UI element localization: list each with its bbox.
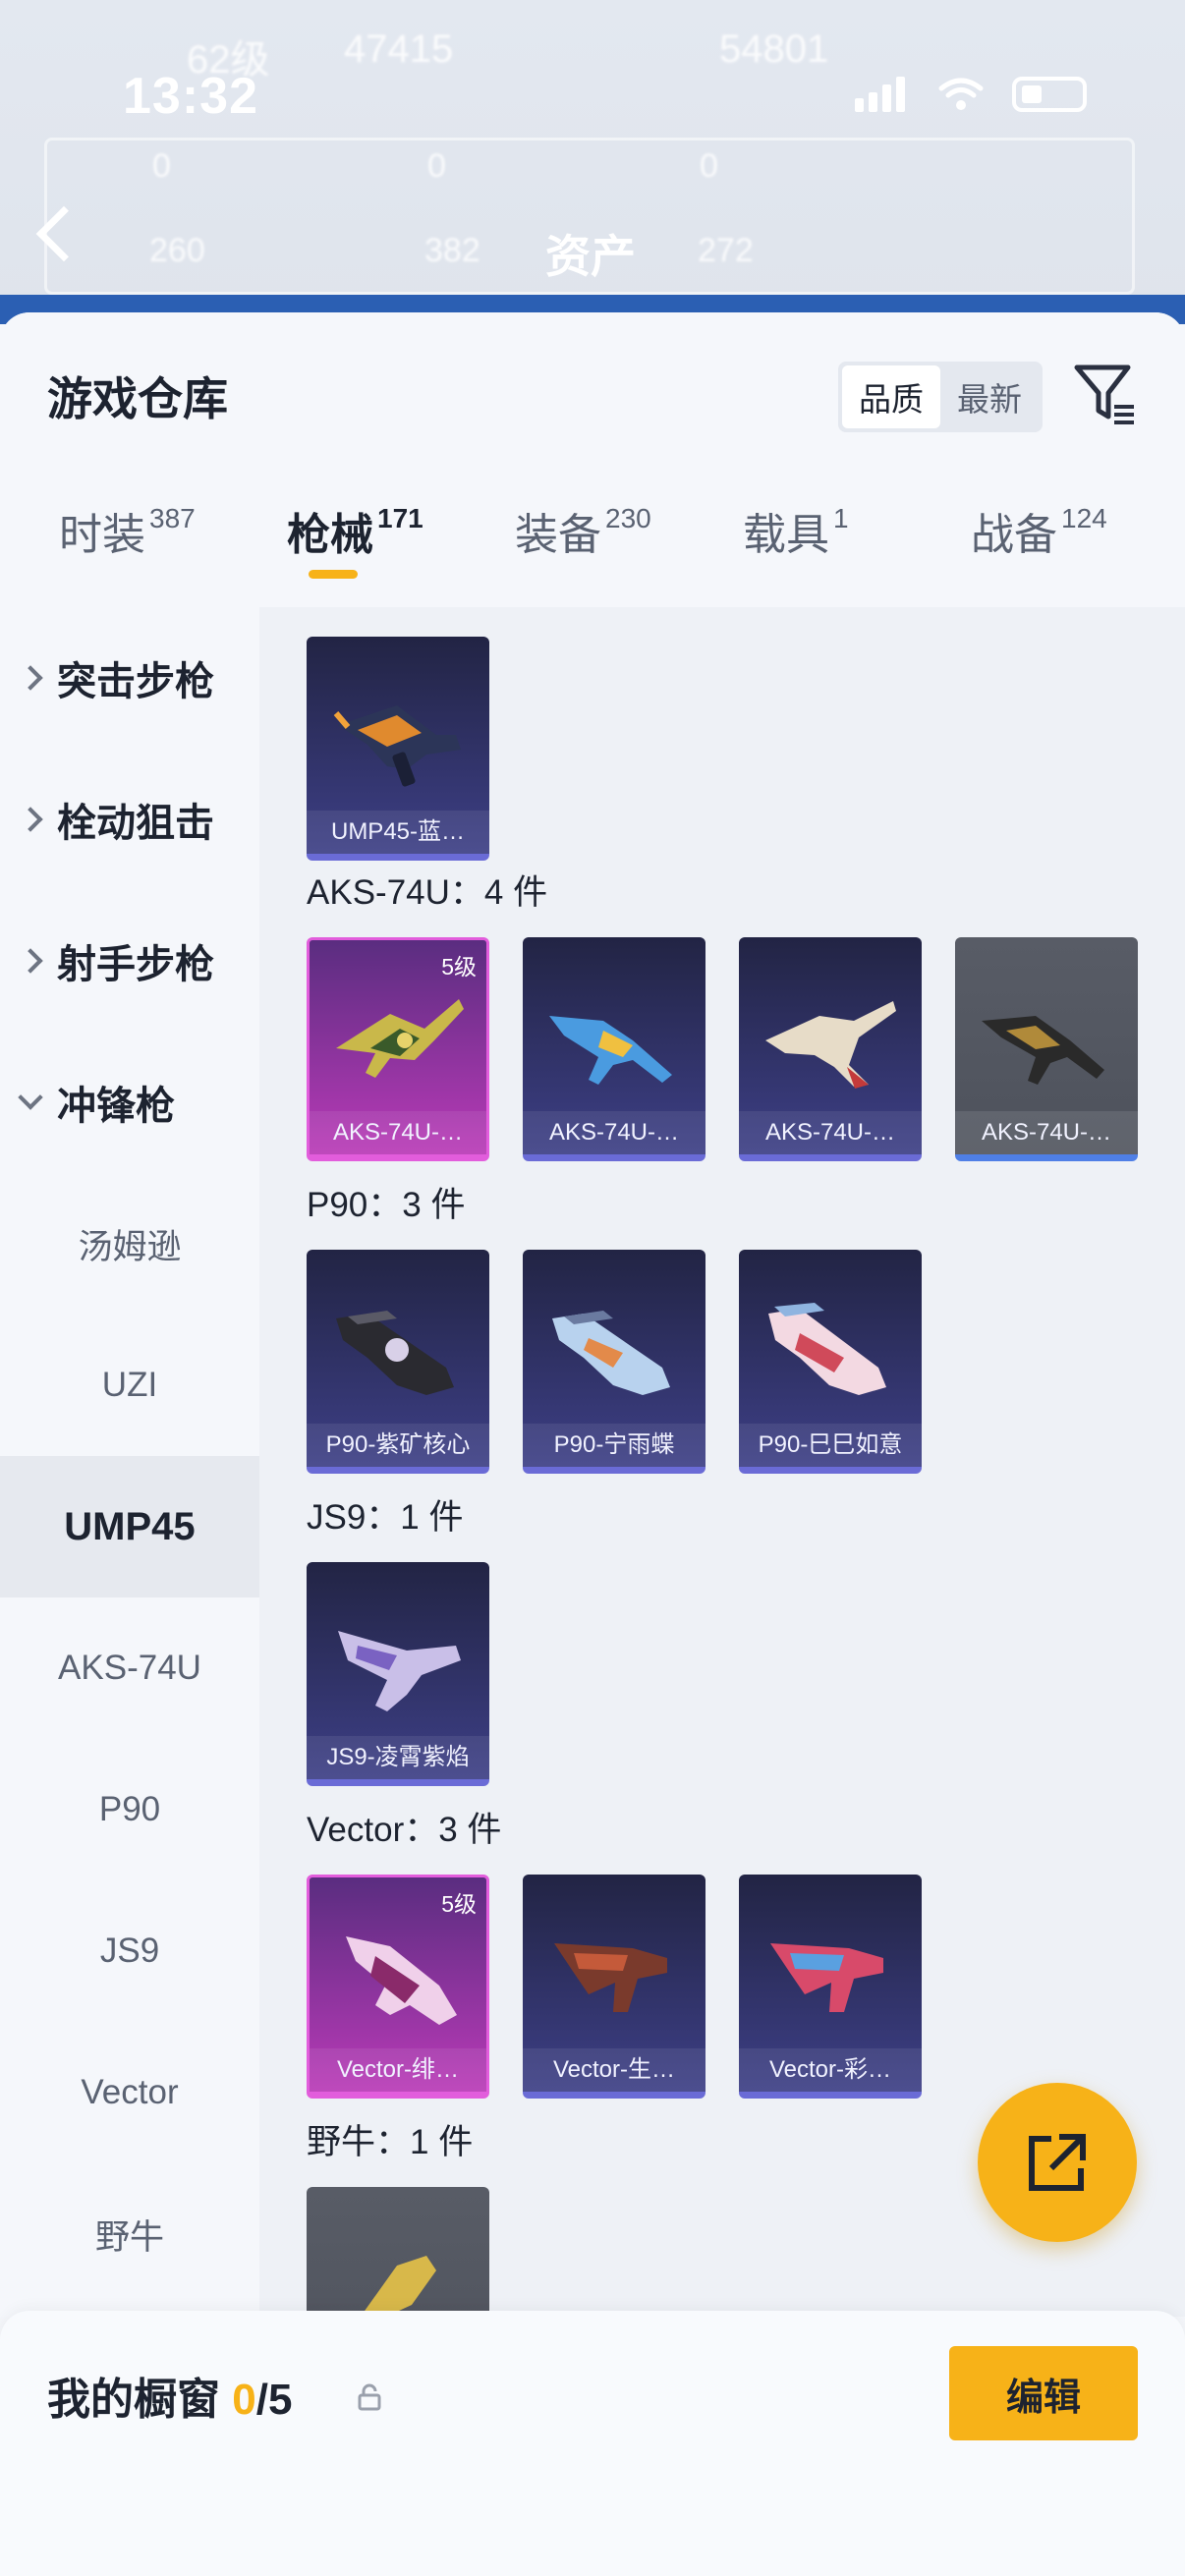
weapon-grid: UMP45-蓝… AKS-74U：4 件 5级 AKS-74U-… AKS-74…	[259, 607, 1185, 2317]
tab-supplies[interactable]: 战备 124	[971, 499, 1107, 562]
bg-page-title: 资产	[545, 231, 636, 282]
weapon-card[interactable]: P90-宁雨蝶	[523, 1250, 705, 1474]
weapon-card[interactable]: Vector-生…	[523, 1875, 705, 2099]
sidebar-item-thompson[interactable]: 汤姆逊	[0, 1173, 259, 1315]
signal-icon	[855, 77, 910, 112]
sidebar-item-uzi[interactable]: UZI	[0, 1315, 259, 1456]
edit-button[interactable]: 编辑	[949, 2346, 1138, 2440]
weapon-card[interactable]: Vector-彩…	[739, 1875, 922, 2099]
sort-latest[interactable]: 最新	[940, 365, 1039, 428]
sidebar-category-smgs[interactable]: 冲锋枪	[0, 1032, 259, 1173]
weapon-card-name: Vector-彩…	[739, 2048, 922, 2092]
lock-icon	[358, 2383, 381, 2411]
group-title-bison: 野牛：1 件	[307, 2123, 474, 2161]
sidebar-category-marksman-rifles[interactable]: 射手步枪	[0, 890, 259, 1032]
showcase-count: 0	[232, 2376, 256, 2424]
weapon-card-name: Vector-绯…	[310, 2048, 486, 2092]
sidebar-item-ump45[interactable]: UMP45	[0, 1456, 259, 1597]
showcase-label: 我的橱窗 0/5	[47, 2376, 293, 2424]
bg-stat: 272	[698, 232, 754, 269]
background-page: 62级 47415 54801 0 0 0 260 382 272 资产 13:…	[0, 0, 1185, 324]
weapon-ump45-image	[333, 705, 461, 787]
weapon-aks74u-image	[336, 999, 464, 1078]
battery-icon	[1012, 77, 1087, 112]
weapon-card-name: P90-紫矿核心	[307, 1424, 489, 1467]
weapon-p90-image	[768, 1303, 886, 1395]
sidebar-item-bison[interactable]: 野牛	[0, 2163, 259, 2305]
weapon-bison-image	[360, 2256, 436, 2317]
showcase-bar: 我的橱窗 0/5 编辑	[0, 2311, 1185, 2576]
weapon-card-name: AKS-74U-…	[739, 1111, 922, 1154]
weapon-p90-image	[552, 1311, 670, 1395]
weapon-js9-image	[338, 1631, 461, 1711]
weapon-aks74u-image	[982, 1016, 1104, 1085]
weapon-card-name: AKS-74U-…	[523, 1111, 705, 1154]
showcase-total: /5	[255, 2376, 293, 2424]
tab-fashion[interactable]: 时装 387	[59, 499, 196, 562]
sidebar-item-js9[interactable]: JS9	[0, 1880, 259, 2022]
weapon-card-name: P90-巳巳如意	[739, 1424, 922, 1467]
bg-score-2: 54801	[719, 28, 829, 71]
weapon-level-badge: 5级	[441, 1891, 477, 1917]
chevron-down-icon	[18, 1085, 43, 1110]
weapon-card[interactable]: 5级 AKS-74U-…	[307, 937, 489, 1161]
bg-stat: 0	[152, 147, 171, 185]
weapon-vector-image	[770, 1943, 883, 2012]
sidebar-item-vector[interactable]: Vector	[0, 2022, 259, 2163]
status-icons	[855, 77, 1087, 112]
weapon-card[interactable]: JS9-凌霄紫焰	[307, 1562, 489, 1786]
tab-equipment[interactable]: 装备 230	[515, 499, 651, 562]
weapon-card-name: AKS-74U-…	[310, 1111, 486, 1154]
bg-score-1: 47415	[344, 28, 454, 71]
group-title-aks74u: AKS-74U：4 件	[307, 873, 548, 912]
wifi-icon	[938, 78, 984, 110]
sheet-header: 游戏仓库 品质 最新 时装 387 枪械 171 装备 230 载具 1 战备 124	[0, 312, 1185, 607]
group-title-p90: P90：3 件	[307, 1186, 466, 1224]
sidebar-category-bolt-snipers[interactable]: 栓动狙击	[0, 749, 259, 890]
weapon-vector-image	[346, 1936, 457, 2025]
weapon-card[interactable]: P90-巳巳如意	[739, 1250, 922, 1474]
filter-icon[interactable]	[1071, 360, 1140, 428]
sidebar-item-p90[interactable]: P90	[0, 1739, 259, 1880]
bg-stat: 382	[424, 232, 480, 269]
weapon-aks74u-image	[549, 1016, 672, 1085]
group-title-js9: JS9：1 件	[307, 1498, 464, 1537]
weapon-card[interactable]: UMP45-蓝…	[307, 637, 489, 861]
weapon-aks74u-image	[765, 1001, 896, 1089]
weapon-card-name: AKS-74U-…	[955, 1111, 1138, 1154]
sidebar-item-aks74u[interactable]: AKS-74U	[0, 1597, 259, 1739]
bg-stat: 260	[149, 232, 205, 269]
share-external-icon	[1029, 2134, 1086, 2191]
weapon-card[interactable]: AKS-74U-…	[523, 937, 705, 1161]
tab-firearms[interactable]: 枪械 171	[287, 499, 423, 579]
weapon-level-badge: 5级	[441, 954, 477, 980]
weapon-category-sidebar: 突击步枪 栓动狙击 射手步枪 冲锋枪 汤姆逊 UZI UMP45 AKS-74U…	[0, 607, 259, 2317]
chevron-right-icon	[18, 807, 43, 832]
weapon-card[interactable]: AKS-74U-…	[955, 937, 1138, 1161]
category-tabs: 时装 387 枪械 171 装备 230 载具 1 战备 124	[0, 499, 1185, 597]
weapon-card-name: Vector-生…	[523, 2048, 705, 2092]
weapon-card[interactable]: 5级 Vector-绯…	[307, 1875, 489, 2099]
sheet-title: 游戏仓库	[47, 373, 228, 424]
weapon-card-name: JS9-凌霄紫焰	[307, 1736, 489, 1779]
chevron-right-icon	[18, 665, 43, 691]
share-button[interactable]	[978, 2083, 1137, 2242]
weapon-p90-image	[336, 1311, 454, 1395]
bg-stat: 0	[700, 147, 718, 185]
chevron-right-icon	[18, 948, 43, 974]
weapon-card-name: UMP45-蓝…	[307, 811, 489, 854]
warehouse-sheet: 游戏仓库 品质 最新 时装 387 枪械 171 装备 230 载具 1 战备 124 突…	[0, 312, 1185, 2576]
weapon-card[interactable]: P90-紫矿核心	[307, 1250, 489, 1474]
sort-quality[interactable]: 品质	[842, 365, 940, 428]
weapon-card-name: P90-宁雨蝶	[523, 1424, 705, 1467]
sidebar-category-assault-rifles[interactable]: 突击步枪	[0, 607, 259, 749]
tab-vehicles[interactable]: 载具 1	[743, 499, 849, 562]
group-title-vector: Vector：3 件	[307, 1811, 502, 1849]
weapon-card[interactable]	[307, 2187, 489, 2317]
weapon-vector-image	[554, 1943, 667, 2012]
sort-toggle: 品质 最新	[838, 362, 1043, 432]
weapon-card[interactable]: AKS-74U-…	[739, 937, 922, 1161]
status-time: 13:32	[123, 68, 258, 125]
bg-stat: 0	[427, 147, 446, 185]
